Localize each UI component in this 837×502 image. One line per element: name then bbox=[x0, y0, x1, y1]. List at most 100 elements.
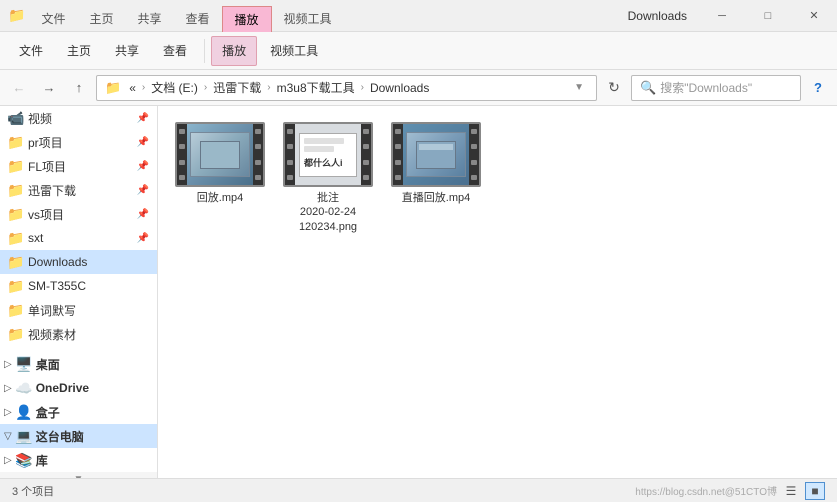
file-item-pizhu[interactable]: 都什么人i 批注 2020-02-24 120234.png bbox=[278, 118, 378, 238]
ribbon-video-tools-btn[interactable]: 视频工具 bbox=[259, 36, 329, 66]
help-button[interactable]: ? bbox=[805, 75, 831, 101]
folder-icon-xunlei: 📁 bbox=[8, 182, 24, 198]
breadcrumb-item-1[interactable]: « bbox=[125, 79, 140, 97]
file-item-zhibohf[interactable]: 直播回放.mp4 bbox=[386, 118, 486, 238]
back-button[interactable]: ← bbox=[6, 75, 32, 101]
pin-icon-0: 📌 bbox=[137, 113, 149, 124]
folder-icon-video-mat: 📁 bbox=[8, 326, 24, 342]
folder-icon-dancie: 📁 bbox=[8, 302, 24, 318]
sidebar-item-xunlei[interactable]: 📁 迅雷下载 📌 bbox=[0, 178, 157, 202]
sidebar-item-pr[interactable]: 📁 pr项目 📌 bbox=[0, 130, 157, 154]
window-title: Downloads bbox=[616, 9, 699, 23]
ribbon-tabs: 文件 主页 共享 查看 播放 视频工具 bbox=[29, 0, 615, 31]
address-row: ← → ↑ 📁 « › 文档 (E:) › 迅雷下载 › m3u8下载工具 › … bbox=[0, 70, 837, 106]
list-view-button[interactable]: ☰ bbox=[781, 482, 801, 500]
group-arrow-box: ▷ bbox=[4, 407, 12, 418]
window-controls: ─ □ ✕ bbox=[699, 0, 837, 32]
tab-play[interactable]: 播放 bbox=[222, 6, 272, 32]
forward-button[interactable]: → bbox=[36, 75, 62, 101]
ribbon-view-btn[interactable]: 查看 bbox=[152, 36, 198, 66]
pin-icon-1: 📌 bbox=[137, 137, 149, 148]
thumb-preview-3 bbox=[403, 124, 469, 185]
sidebar-group-thispc[interactable]: ▽ 💻 这台电脑 bbox=[0, 424, 157, 448]
sidebar-item-downloads[interactable]: 📁 Downloads bbox=[0, 250, 157, 274]
address-dropdown-icon[interactable]: ▼ bbox=[570, 82, 588, 93]
ribbon-share-btn[interactable]: 共享 bbox=[104, 36, 150, 66]
watermark: https://blog.csdn.net@51CTO博 bbox=[635, 483, 777, 498]
breadcrumb-item-m3u8[interactable]: m3u8下载工具 bbox=[273, 77, 359, 98]
main-area: 📹 视频 📌 📁 pr项目 📌 📁 FL项目 📌 📁 迅雷下载 📌 📁 vs项目… bbox=[0, 106, 837, 478]
thumb-preview-1 bbox=[187, 124, 253, 185]
ribbon-file-btn[interactable]: 文件 bbox=[8, 36, 54, 66]
file-thumb-huifang bbox=[175, 122, 265, 187]
grid-view-button[interactable]: ■ bbox=[805, 482, 825, 500]
folder-icon-fl: 📁 bbox=[8, 158, 24, 174]
sidebar-item-dancie[interactable]: 📁 单词默写 bbox=[0, 298, 157, 322]
sidebar-group-onedrive[interactable]: ▷ ☁️ OneDrive bbox=[0, 376, 157, 400]
sidebar-scroll-down[interactable]: ▼ bbox=[0, 472, 157, 478]
desktop-icon: 🖥️ bbox=[16, 356, 32, 372]
ribbon-toolbar: 文件 主页 共享 查看 播放 视频工具 bbox=[0, 32, 837, 70]
folder-icon-vs: 📁 bbox=[8, 206, 24, 222]
group-arrow-onedrive: ▷ bbox=[4, 383, 12, 394]
tab-home[interactable]: 主页 bbox=[77, 5, 125, 31]
minimize-button[interactable]: ─ bbox=[699, 0, 745, 32]
ribbon-home-btn[interactable]: 主页 bbox=[56, 36, 102, 66]
onedrive-icon: ☁️ bbox=[16, 380, 32, 396]
film-strip-left-2 bbox=[285, 124, 295, 185]
search-box[interactable]: 🔍 搜索"Downloads" bbox=[631, 75, 801, 101]
title-bar-left: 📁 bbox=[8, 7, 25, 24]
box-icon: 👤 bbox=[16, 404, 32, 420]
address-bar-folder-icon: 📁 bbox=[105, 80, 121, 96]
breadcrumb-item-docs[interactable]: 文档 (E:) bbox=[147, 77, 202, 98]
sidebar-item-sxt[interactable]: 📁 sxt 📌 bbox=[0, 226, 157, 250]
tab-view[interactable]: 查看 bbox=[173, 5, 221, 31]
film-strip-right-3 bbox=[469, 124, 479, 185]
file-name-zhibohf: 直播回放.mp4 bbox=[402, 191, 470, 205]
pin-icon-2: 📌 bbox=[137, 161, 149, 172]
maximize-button[interactable]: □ bbox=[745, 0, 791, 32]
breadcrumb-sep-0: › bbox=[142, 82, 145, 93]
sidebar-group-desktop[interactable]: ▷ 🖥️ 桌面 bbox=[0, 352, 157, 376]
sidebar-item-fl[interactable]: 📁 FL项目 📌 bbox=[0, 154, 157, 178]
sidebar-item-video-material[interactable]: 📁 视频素材 bbox=[0, 322, 157, 346]
status-right: https://blog.csdn.net@51CTO博 ☰ ■ bbox=[635, 482, 825, 500]
sidebar-item-vs[interactable]: 📁 vs项目 📌 bbox=[0, 202, 157, 226]
folder-icon-sxt: 📁 bbox=[8, 230, 24, 246]
content-area: 回放.mp4 都什么人i bbox=[158, 106, 837, 478]
close-button[interactable]: ✕ bbox=[791, 0, 837, 32]
tab-video-tools[interactable]: 视频工具 bbox=[272, 5, 344, 31]
file-item-huifang[interactable]: 回放.mp4 bbox=[170, 118, 270, 238]
library-icon: 📚 bbox=[16, 452, 32, 468]
breadcrumb-item-xunlei[interactable]: 迅雷下载 bbox=[209, 77, 265, 98]
breadcrumb-sep-2: › bbox=[267, 82, 270, 93]
film-strip-right-1 bbox=[253, 124, 263, 185]
breadcrumb-sep-3: › bbox=[361, 82, 364, 93]
sidebar-group-library[interactable]: ▷ 📚 库 bbox=[0, 448, 157, 472]
up-button[interactable]: ↑ bbox=[66, 75, 92, 101]
ribbon-separator bbox=[204, 39, 205, 63]
breadcrumb: « › 文档 (E:) › 迅雷下载 › m3u8下载工具 › Download… bbox=[125, 77, 566, 98]
sidebar-item-smt355c[interactable]: 📁 SM-T355C bbox=[0, 274, 157, 298]
breadcrumb-item-downloads[interactable]: Downloads bbox=[366, 79, 433, 97]
sidebar-group-box[interactable]: ▷ 👤 盒子 bbox=[0, 400, 157, 424]
tab-share[interactable]: 共享 bbox=[125, 5, 173, 31]
title-bar: 📁 文件 主页 共享 查看 播放 视频工具 Downloads ─ □ ✕ bbox=[0, 0, 837, 32]
pin-icon-4: 📌 bbox=[137, 209, 149, 220]
tab-file[interactable]: 文件 bbox=[29, 5, 77, 31]
pin-icon-5: 📌 bbox=[137, 233, 149, 244]
thumb-preview-2: 都什么人i bbox=[295, 124, 361, 185]
video-icon: 📹 bbox=[8, 110, 24, 126]
sidebar-item-video[interactable]: 📹 视频 📌 bbox=[0, 106, 157, 130]
folder-icon-pr: 📁 bbox=[8, 134, 24, 150]
refresh-button[interactable]: ↻ bbox=[601, 75, 627, 101]
folder-icon-smt: 📁 bbox=[8, 278, 24, 294]
sidebar: 📹 视频 📌 📁 pr项目 📌 📁 FL项目 📌 📁 迅雷下载 📌 📁 vs项目… bbox=[0, 106, 158, 478]
folder-title-icon: 📁 bbox=[8, 7, 25, 24]
ribbon-play-btn[interactable]: 播放 bbox=[211, 36, 257, 66]
address-bar[interactable]: 📁 « › 文档 (E:) › 迅雷下载 › m3u8下载工具 › Downlo… bbox=[96, 75, 597, 101]
search-icon: 🔍 bbox=[640, 80, 656, 96]
file-name-huifang: 回放.mp4 bbox=[197, 191, 243, 205]
file-thumb-pizhu: 都什么人i bbox=[283, 122, 373, 187]
film-strip-left-1 bbox=[177, 124, 187, 185]
